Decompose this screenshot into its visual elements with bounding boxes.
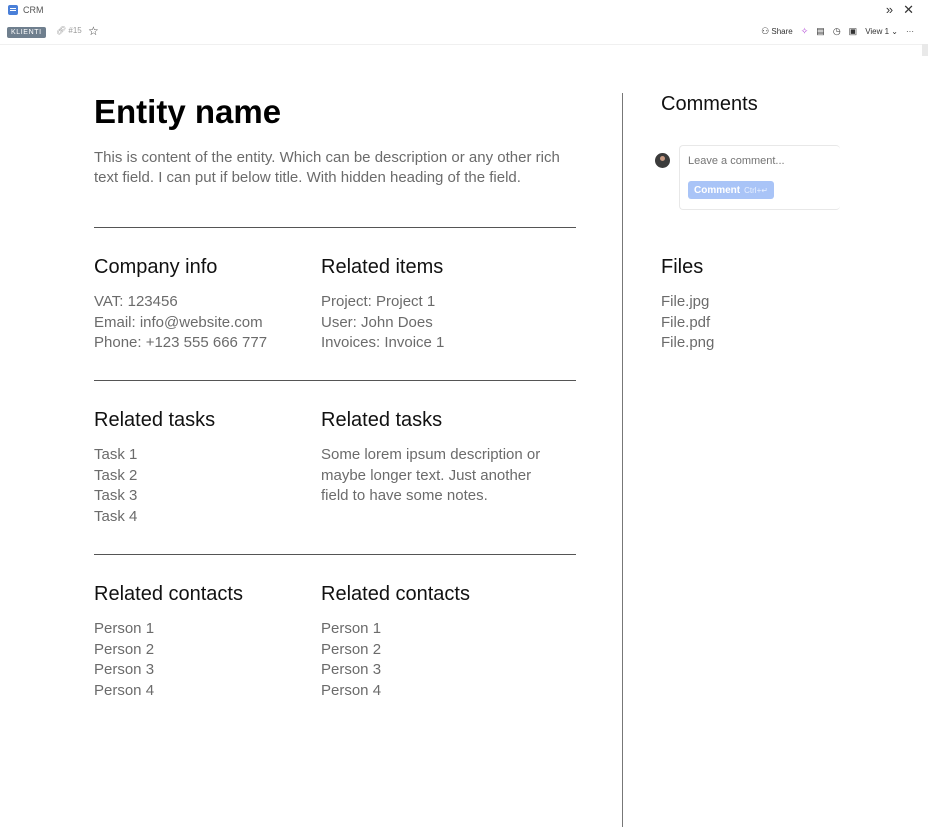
list-item[interactable]: Task 2	[94, 466, 137, 487]
comment-button[interactable]: Comment Ctrl+↵	[688, 181, 774, 199]
list-item[interactable]: Person 2	[321, 640, 381, 661]
user-field[interactable]: User: John Does	[321, 313, 444, 334]
share-button[interactable]: ⚇ Share	[761, 26, 793, 36]
files-list: File.jpg File.pdf File.png	[661, 292, 714, 354]
entity-title[interactable]: Entity name	[94, 93, 281, 131]
expand-icon[interactable]: »	[886, 2, 893, 18]
related-items-fields: Project: Project 1 User: John Does Invoi…	[321, 292, 444, 354]
project-field[interactable]: Project: Project 1	[321, 292, 444, 313]
related-tasks-notes-heading: Related tasks	[321, 409, 443, 431]
file-item[interactable]: File.pdf	[661, 313, 714, 334]
more-icon[interactable]: ···	[906, 27, 914, 36]
record-id: #15	[68, 26, 82, 35]
related-contacts-list: Person 1 Person 2 Person 3 Person 4	[94, 619, 154, 701]
phone-field[interactable]: Phone: +123 555 666 777	[94, 333, 267, 354]
share-label: Share	[771, 27, 793, 36]
related-contacts-list: Person 1 Person 2 Person 3 Person 4	[321, 619, 381, 701]
files-heading: Files	[661, 256, 704, 278]
company-info-heading: Company info	[94, 256, 218, 278]
app-icon	[8, 5, 18, 15]
title-bar: CRM » ✕	[0, 0, 928, 22]
record-toolbar: KLIENTI 🔗︎ #15 ☆ ⚇ Share ✧ ▤ ◷ ▣ View 1 …	[0, 22, 928, 45]
comment-icon[interactable]: ▤	[816, 26, 825, 36]
related-tasks-list: Task 1 Task 2 Task 3 Task 4	[94, 445, 137, 527]
vat-field[interactable]: VAT: 123456	[94, 292, 267, 313]
list-item[interactable]: Task 1	[94, 445, 137, 466]
comment-input[interactable]	[688, 155, 828, 167]
file-item[interactable]: File.jpg	[661, 292, 714, 313]
list-item[interactable]: Task 4	[94, 507, 137, 528]
share-icon: ⚇	[761, 26, 770, 36]
divider	[94, 554, 576, 555]
list-item[interactable]: Person 3	[94, 660, 154, 681]
column-divider	[622, 93, 623, 827]
comment-composer: Comment Ctrl+↵	[679, 145, 840, 210]
related-tasks-heading: Related tasks	[94, 409, 216, 431]
collection-badge[interactable]: KLIENTI	[7, 27, 46, 38]
view-label: View 1	[865, 26, 890, 36]
list-item[interactable]: Person 1	[94, 619, 154, 640]
related-contacts-heading: Related contacts	[94, 583, 243, 605]
list-item[interactable]: Person 2	[94, 640, 154, 661]
company-info-fields: VAT: 123456 Email: info@website.com Phon…	[94, 292, 267, 354]
divider	[94, 380, 576, 381]
notes-text[interactable]: Some lorem ipsum description or maybe lo…	[321, 445, 551, 507]
list-item[interactable]: Person 4	[94, 681, 154, 702]
comments-heading: Comments	[661, 93, 758, 115]
chevron-down-icon: ⌄	[891, 26, 898, 36]
avatar	[655, 153, 670, 168]
star-icon[interactable]: ☆	[88, 24, 99, 38]
related-items-heading: Related items	[321, 256, 444, 278]
email-field[interactable]: Email: info@website.com	[94, 313, 267, 334]
clock-icon[interactable]: ◷	[833, 26, 841, 36]
entity-description[interactable]: This is content of the entity. Which can…	[94, 148, 564, 188]
toolbar-actions: ⚇ Share ✧ ▤ ◷ ▣ View 1 ⌄ ···	[761, 26, 914, 36]
close-icon[interactable]: ✕	[903, 2, 914, 18]
divider	[94, 227, 576, 228]
comment-shortcut: Ctrl+↵	[744, 185, 768, 195]
related-contacts-heading: Related contacts	[321, 583, 470, 605]
ai-sparkle-icon[interactable]: ✧	[801, 26, 809, 36]
app-name: CRM	[23, 5, 44, 15]
list-item[interactable]: Person 1	[321, 619, 381, 640]
comment-button-label: Comment	[694, 184, 741, 196]
list-item[interactable]: Task 3	[94, 486, 137, 507]
invoices-field[interactable]: Invoices: Invoice 1	[321, 333, 444, 354]
list-item[interactable]: Person 4	[321, 681, 381, 702]
file-item[interactable]: File.png	[661, 333, 714, 354]
record-link[interactable]: 🔗︎ #15	[56, 26, 82, 35]
related-tasks-notes: Some lorem ipsum description or maybe lo…	[321, 445, 551, 507]
view-selector[interactable]: View 1 ⌄	[865, 27, 898, 36]
scrollbar[interactable]	[922, 44, 928, 56]
window-controls: » ✕	[886, 2, 914, 18]
image-icon[interactable]: ▣	[849, 26, 858, 36]
list-item[interactable]: Person 3	[321, 660, 381, 681]
link-icon: 🔗︎	[56, 26, 67, 35]
